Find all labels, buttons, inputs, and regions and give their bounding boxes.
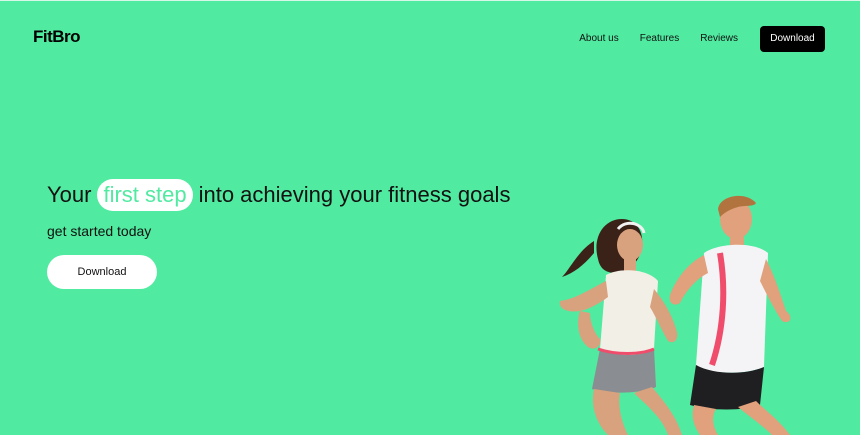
headline-highlight-pill: first step bbox=[97, 179, 193, 211]
nav-link-reviews[interactable]: Reviews bbox=[700, 26, 738, 52]
nav-link-features[interactable]: Features bbox=[640, 26, 679, 52]
hero-download-button[interactable]: Download bbox=[47, 255, 157, 289]
runners-photo bbox=[559, 195, 791, 435]
top-navigation: About us Features Reviews Download bbox=[579, 26, 825, 52]
headline-text-before: Your bbox=[47, 182, 92, 207]
landing-page: FitBro About us Features Reviews Downloa… bbox=[0, 0, 860, 435]
hero-headline: Your first step into achieving your fitn… bbox=[47, 179, 510, 211]
headline-text-after: into achieving your fitness goals bbox=[198, 182, 511, 207]
hero-subheading: get started today bbox=[47, 223, 152, 239]
nav-download-button[interactable]: Download bbox=[760, 26, 825, 52]
male-runner bbox=[669, 195, 791, 435]
nav-link-about-us[interactable]: About us bbox=[579, 26, 618, 52]
hero-section: Your first step into achieving your fitn… bbox=[47, 179, 510, 289]
female-runner bbox=[559, 219, 682, 435]
brand-logo[interactable]: FitBro bbox=[33, 27, 81, 47]
